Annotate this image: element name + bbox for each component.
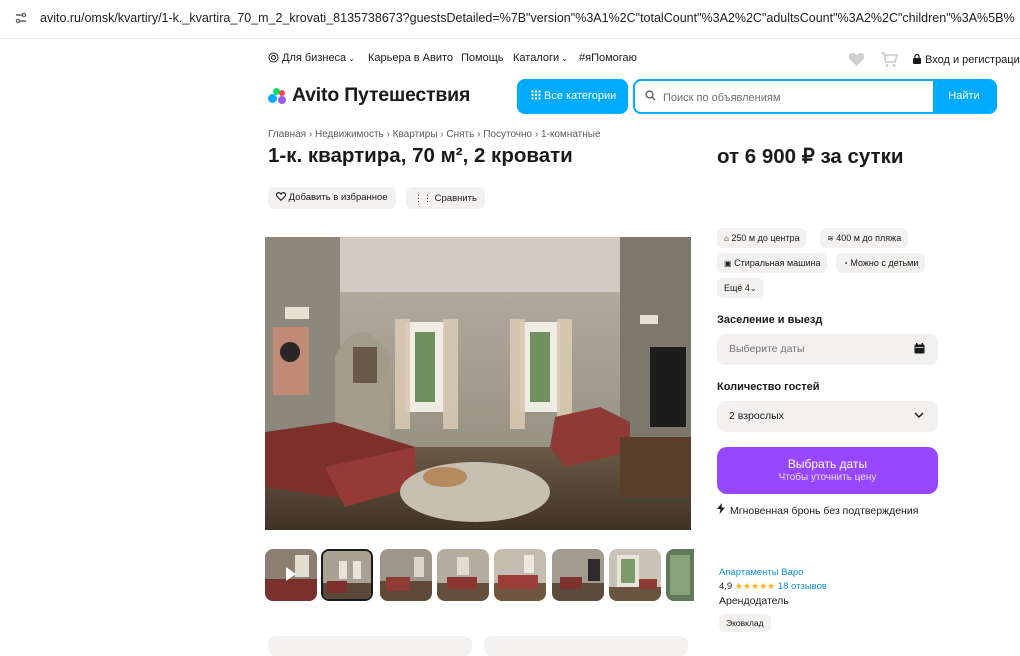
lock-icon (912, 53, 922, 64)
search-button[interactable]: Найти (933, 81, 995, 112)
thumbnail-video[interactable] (265, 549, 317, 601)
catalogs-label: Каталоги (513, 52, 560, 64)
heart-icon (275, 188, 287, 210)
amenity-washer: ▣ Стиральная машина (717, 253, 828, 273)
rating-stars: ★★★★★ (734, 581, 776, 591)
amenity-washer-label: Стиральная машина (734, 258, 821, 268)
chevron-down-icon (914, 410, 924, 422)
compare-button[interactable]: ⋮⋮ Сравнить (406, 187, 485, 209)
bottom-card (484, 636, 688, 656)
login-link[interactable]: Вход и регистрация (912, 53, 1020, 66)
washer-icon: ▣ (724, 259, 732, 268)
grid-icon (531, 90, 541, 103)
career-link[interactable]: Карьера в Авито (368, 52, 453, 64)
amenity-kids: ◔ Можно с детьми (836, 253, 926, 273)
guests-label: Количество гостей (717, 381, 820, 393)
host-rating: 4,9 ★★★★★ 18 отзывов (719, 581, 827, 592)
price: от 6 900 ₽ за сутки (717, 145, 904, 168)
breadcrumb: Главная › Недвижимость › Квартиры › Снят… (268, 129, 601, 140)
all-categories-label: Все категории (544, 90, 617, 102)
breadcrumb-realty[interactable]: Недвижимость (315, 129, 384, 140)
all-categories-button[interactable]: Все категории (517, 79, 628, 114)
play-icon (284, 565, 298, 588)
compare-label: Сравнить (434, 193, 477, 204)
choose-dates-sublabel: Чтобы уточнить цену (778, 472, 877, 483)
favorites-label: Добавить в избранное (288, 192, 388, 203)
amenity-kids-label: Можно с детьми (850, 258, 919, 268)
search-icon (645, 90, 656, 104)
cart-icon[interactable] (880, 52, 899, 71)
bolt-icon (717, 503, 727, 517)
breadcrumb-daily[interactable]: Посуточно (483, 129, 532, 140)
amenity-beach: ≋ 400 м до пляжа (820, 228, 909, 248)
url-text[interactable]: avito.ru/omsk/kvartiry/1-k._kvartira_70_… (40, 11, 1015, 25)
instant-booking-note: Мгновенная бронь без подтверждения (717, 503, 918, 517)
catalogs-link[interactable]: Каталоги ⌄ (513, 52, 568, 64)
heart-icon[interactable] (848, 52, 865, 70)
host-badge: Эковклад (719, 614, 771, 632)
guests-select[interactable]: 2 взрослых (717, 401, 938, 432)
logo-dots-icon (268, 88, 288, 104)
amenity-center: ⌂ 250 м до центра (717, 228, 807, 248)
host-role: Арендодатель (719, 595, 789, 607)
calendar-icon (914, 343, 925, 357)
thumbnail[interactable] (380, 549, 432, 601)
chevron-down-icon: ⌄ (561, 54, 568, 63)
help-link[interactable]: Помощь (461, 52, 504, 64)
dates-placeholder: Выберите даты (729, 343, 805, 355)
search-box: Найти (633, 79, 997, 114)
thumbnail-selected[interactable] (321, 549, 373, 601)
login-label: Вход и регистрация (925, 54, 1020, 66)
business-link[interactable]: Для бизнеса ⌄ (268, 52, 355, 64)
thumbnail[interactable] (666, 549, 694, 601)
breadcrumb-rent[interactable]: Снять (446, 129, 474, 140)
breadcrumb-home[interactable]: Главная (268, 129, 306, 140)
reviews-link[interactable]: 18 отзывов (778, 581, 827, 592)
chevron-down-icon: ⌄ (749, 284, 757, 293)
thumbnail[interactable] (494, 549, 546, 601)
business-label: Для бизнеса (282, 52, 347, 64)
chevron-down-icon: ⌄ (348, 54, 355, 63)
hashtag-link[interactable]: #яПомогаю (579, 52, 637, 64)
more-amenities-button[interactable]: Ещё 4⌄ (717, 278, 764, 298)
logo-text: Avito Путешествия (292, 84, 471, 106)
choose-dates-button[interactable]: Выбрать даты Чтобы уточнить цену (717, 447, 938, 494)
more-amenities-label: Ещё 4 (724, 283, 750, 293)
baby-icon: ◔ (843, 259, 848, 268)
rating-value: 4,9 (719, 581, 733, 592)
breadcrumb-one-room[interactable]: 1-комнатные (541, 129, 601, 140)
search-input[interactable] (661, 88, 935, 108)
amenity-center-label: 250 м до центра (731, 233, 800, 243)
choose-dates-label: Выбрать даты (787, 457, 868, 471)
thumbnail[interactable] (437, 549, 489, 601)
browser-address-bar[interactable]: avito.ru/omsk/kvartiry/1-k._kvartira_70_… (0, 0, 1020, 39)
checkin-label: Заселение и выезд (717, 314, 823, 326)
amenity-beach-label: 400 м до пляжа (836, 233, 902, 243)
instant-booking-label: Мгновенная бронь без подтверждения (730, 505, 919, 517)
dates-field[interactable]: Выберите даты (717, 334, 938, 365)
guests-value: 2 взрослых (729, 410, 784, 422)
thumbnail[interactable] (552, 549, 604, 601)
page-title: 1-к. квартира, 70 м², 2 кровати (268, 144, 573, 167)
target-icon (268, 52, 279, 63)
waves-icon: ≋ (827, 234, 834, 243)
bottom-card (268, 636, 472, 656)
site-info-icon[interactable] (14, 11, 28, 25)
compare-icon: ⋮⋮ (414, 193, 432, 203)
thumbnail[interactable] (609, 549, 661, 601)
host-name-link[interactable]: Апартаменты Варо (719, 567, 803, 578)
building-icon: ⌂ (724, 234, 729, 243)
main-photo[interactable] (265, 237, 691, 530)
breadcrumb-apartments[interactable]: Квартиры (393, 129, 438, 140)
add-to-favorites-button[interactable]: Добавить в избранное (268, 187, 396, 209)
